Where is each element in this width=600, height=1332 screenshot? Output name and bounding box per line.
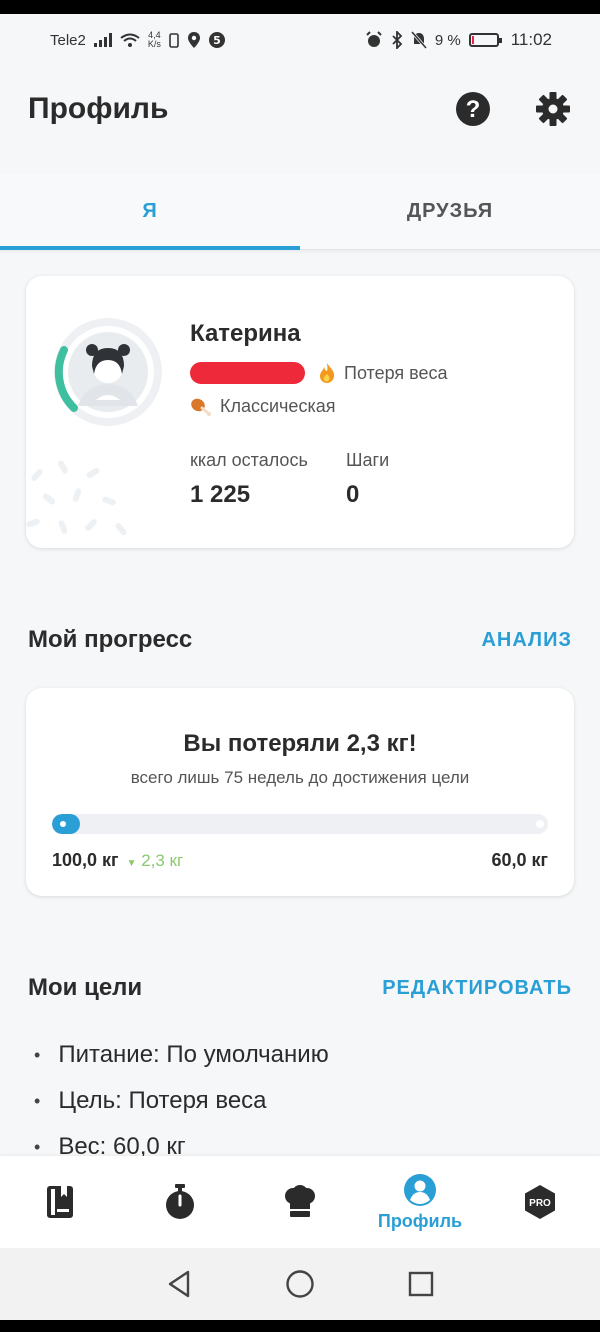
recent-apps-icon[interactable] [408, 1271, 434, 1297]
home-icon[interactable] [285, 1269, 315, 1299]
back-icon[interactable] [166, 1270, 192, 1298]
nav-profile-label: Профиль [377, 1210, 463, 1231]
list-item: Питание: По умолчанию [34, 1032, 328, 1078]
goals-list: Питание: По умолчанию Цель: Потеря веса … [34, 1032, 329, 1170]
redacted-info [190, 362, 305, 384]
wifi-icon [120, 33, 140, 47]
steps-label: Шаги [346, 450, 390, 470]
battery-level [471, 36, 474, 44]
profile-icon [404, 1173, 436, 1206]
app-notification-icon: 5 [208, 32, 225, 48]
target-weight: 60,0 кг [491, 850, 548, 870]
start-weight: 100,0 кг ▼ 2,3 кг [52, 850, 183, 871]
mute-bell-icon [410, 31, 427, 49]
page-title: Профиль [28, 92, 169, 125]
goal-label: Потеря веса [344, 362, 448, 383]
list-item: Цель: Потеря веса [34, 1078, 329, 1124]
svg-text:PRO: PRO [529, 1198, 551, 1209]
system-navigation [0, 1248, 600, 1320]
weight-lost: ▼ 2,3 кг [126, 850, 184, 870]
settings-button[interactable] [534, 90, 572, 128]
svg-text:5: 5 [213, 34, 221, 47]
drumstick-icon [191, 398, 211, 416]
timer-icon [166, 1184, 194, 1219]
edit-goals-link[interactable]: РЕДАКТИРОВАТЬ [382, 977, 572, 1000]
weight-progress-fill [52, 814, 81, 834]
network-speed: 4,4 K/s [147, 30, 161, 49]
nav-recipes[interactable] [240, 1156, 360, 1248]
help-icon: ? [456, 92, 490, 126]
battery-percent: 9 % [434, 31, 461, 49]
progress-card[interactable]: Вы потеряли 2,3 кг! всего лишь 75 недель… [26, 688, 574, 896]
tab-bar: Я ДРУЗЬЯ [0, 174, 600, 250]
svg-text:?: ? [466, 96, 481, 123]
gear-icon [536, 92, 570, 126]
help-button[interactable]: ? [454, 90, 492, 128]
user-name: Катерина [190, 320, 301, 347]
status-bar: Tele2 4,4 K/s 5 9 % 11:02 [0, 14, 600, 66]
nav-diary[interactable] [0, 1156, 120, 1248]
app-bar: Профиль ? [0, 74, 600, 144]
kcal-stat: ккал осталось 1 225 [190, 450, 308, 509]
goals-section-title: Мои цели [28, 974, 143, 1001]
app-screen: Tele2 4,4 K/s 5 9 % 11:02 Профиль ? Я ДР… [0, 14, 600, 1320]
bluetooth-icon [392, 31, 403, 49]
start-weight-value: 100,0 кг [52, 850, 119, 870]
diet-tag: Классическая [190, 396, 335, 417]
nav-profile[interactable]: Профиль [360, 1156, 480, 1248]
analysis-link[interactable]: АНАЛИЗ [481, 629, 572, 652]
diary-icon [47, 1186, 73, 1218]
progress-subtitle: всего лишь 75 недель до достижения цели [130, 768, 470, 787]
nav-pro[interactable]: PRO [480, 1156, 600, 1248]
goals-section-header: Мои цели РЕДАКТИРОВАТЬ [28, 974, 572, 1002]
pro-icon: PRO [525, 1185, 555, 1219]
weight-progress-end [536, 820, 544, 828]
kcal-value: 1 225 [190, 481, 251, 508]
flame-icon [320, 363, 335, 383]
down-arrow-icon: ▼ [126, 857, 137, 869]
phone-icon [169, 32, 179, 48]
kcal-label: ккал осталось [190, 450, 308, 470]
chef-hat-icon [285, 1185, 315, 1217]
diet-label: Классическая [220, 396, 336, 416]
location-icon [187, 32, 200, 48]
tab-friends[interactable]: ДРУЗЬЯ [300, 174, 600, 249]
signal-icon [93, 33, 112, 47]
steps-value: 0 [346, 481, 360, 508]
avatar [54, 318, 162, 426]
progress-headline: Вы потеряли 2,3 кг! [183, 730, 417, 757]
profile-card[interactable]: Катерина Потеря веса Классическая ккал о… [26, 276, 574, 548]
clock: 11:02 [510, 30, 552, 49]
decorative-pattern [26, 460, 127, 536]
alarm-icon [366, 31, 382, 47]
battery-icon [468, 33, 502, 47]
bottom-navigation: Профиль PRO [0, 1156, 600, 1248]
steps-stat: Шаги 0 [346, 450, 389, 509]
carrier-name: Tele2 [50, 31, 86, 49]
tab-me[interactable]: Я [0, 174, 300, 250]
progress-section-title: Мой прогресс [28, 626, 193, 653]
goal-tag: Потеря веса [318, 362, 448, 384]
progress-section-header: Мой прогресс АНАЛИЗ [28, 626, 572, 654]
nav-fasting[interactable] [120, 1156, 240, 1248]
weight-progress-bar [52, 814, 548, 834]
